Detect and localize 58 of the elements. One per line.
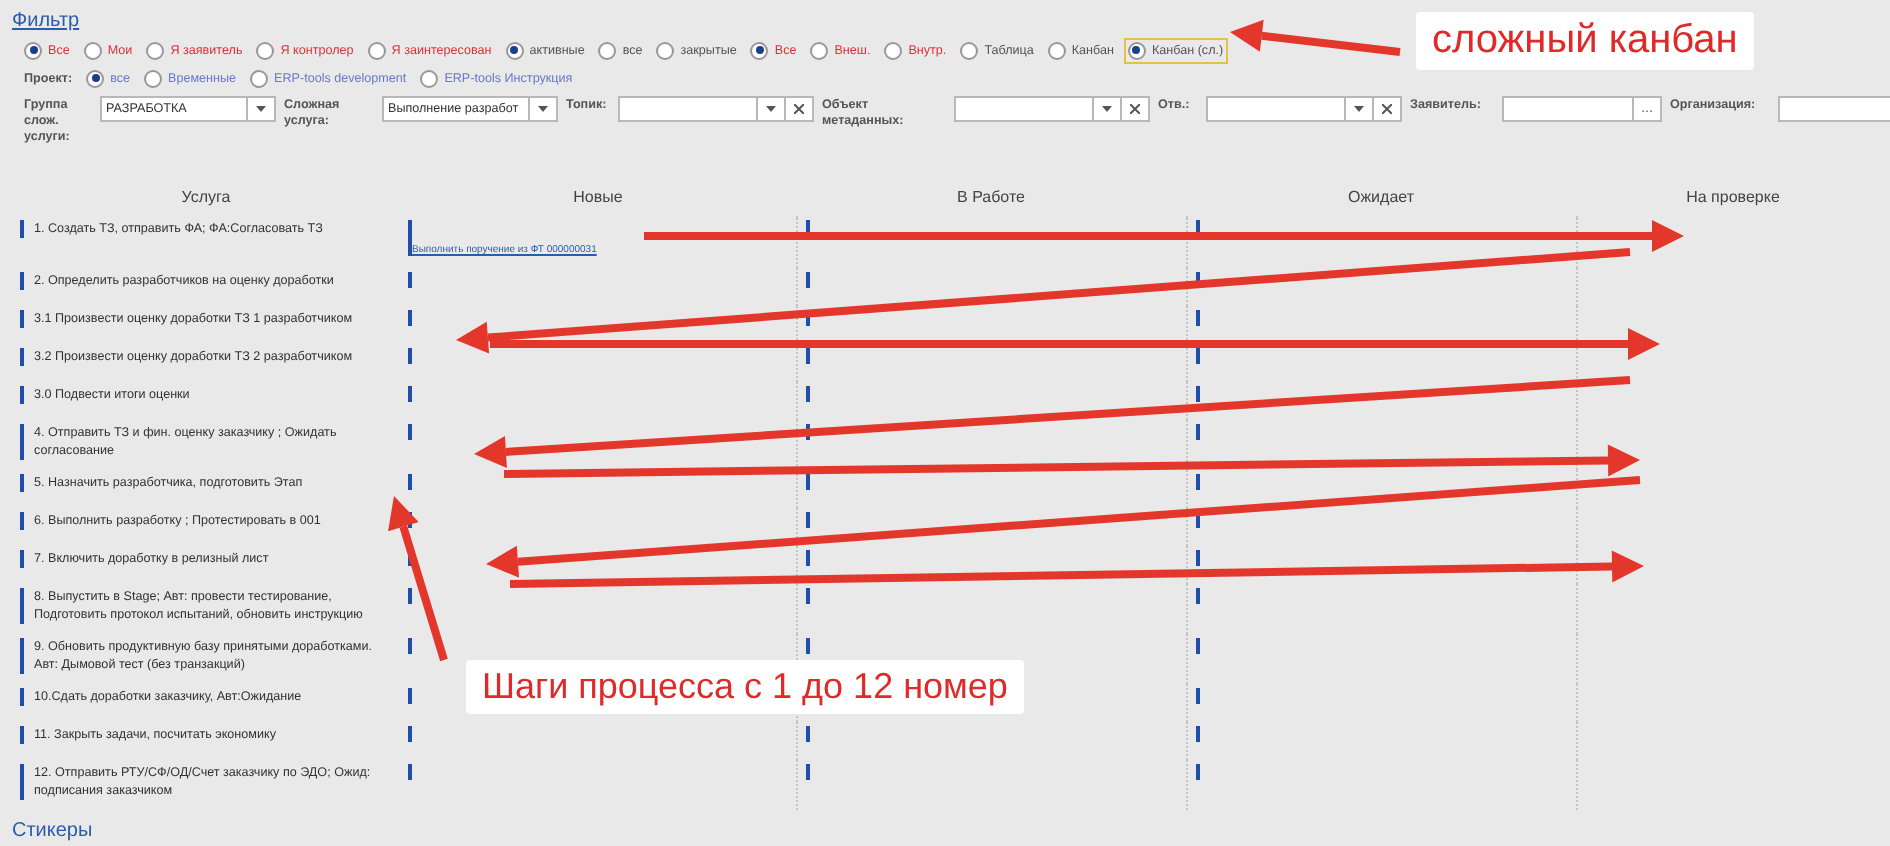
status-marker xyxy=(806,512,810,528)
annotation-callout: Шаги процесса с 1 до 12 номер xyxy=(466,660,1024,714)
status-marker xyxy=(408,588,412,604)
status-marker xyxy=(1196,688,1200,704)
caret-icon xyxy=(538,106,548,112)
status-marker xyxy=(1196,512,1200,528)
status-marker xyxy=(408,726,412,742)
column-header: В Работе xyxy=(955,186,1027,210)
input-field[interactable] xyxy=(618,96,814,122)
stickers-link[interactable]: Стикеры xyxy=(12,820,93,844)
caret-icon xyxy=(1102,106,1112,112)
status-marker xyxy=(408,474,412,490)
status-marker xyxy=(1196,386,1200,402)
caret-icon xyxy=(256,106,266,112)
status-marker xyxy=(1196,638,1200,654)
caret-icon xyxy=(1354,106,1364,112)
status-marker xyxy=(408,386,412,402)
filter-link[interactable]: Фильтр xyxy=(12,12,80,32)
input-field[interactable] xyxy=(1206,96,1402,122)
status-marker xyxy=(806,588,810,604)
status-marker xyxy=(408,272,412,288)
status-marker xyxy=(408,424,412,440)
status-marker xyxy=(806,726,810,742)
status-marker xyxy=(408,688,412,704)
column-header: Ожидает xyxy=(1345,186,1416,210)
status-marker xyxy=(1196,588,1200,604)
status-marker xyxy=(1196,424,1200,440)
status-marker xyxy=(1196,726,1200,742)
status-marker xyxy=(1196,474,1200,490)
status-marker xyxy=(1196,310,1200,326)
status-marker xyxy=(806,550,810,566)
status-marker xyxy=(806,386,810,402)
status-marker xyxy=(1196,348,1200,364)
input-field[interactable] xyxy=(1778,96,1890,122)
status-marker xyxy=(806,638,810,654)
status-marker xyxy=(806,348,810,364)
column-header: Услуга xyxy=(179,186,233,210)
input-field[interactable] xyxy=(954,96,1150,122)
column-header: На проверке xyxy=(1684,186,1782,210)
status-marker xyxy=(408,310,412,326)
status-marker xyxy=(408,348,412,364)
status-marker xyxy=(806,220,810,236)
status-marker xyxy=(408,638,412,654)
close-icon xyxy=(794,104,804,114)
status-marker xyxy=(408,220,412,256)
column-header: Новые xyxy=(571,186,625,210)
status-marker xyxy=(806,424,810,440)
status-marker xyxy=(408,764,412,780)
status-marker xyxy=(1196,764,1200,780)
status-marker xyxy=(806,272,810,288)
status-marker xyxy=(1196,550,1200,566)
annotation-callout: сложный канбан xyxy=(1416,12,1754,70)
status-marker xyxy=(806,474,810,490)
caret-icon xyxy=(766,106,776,112)
close-icon xyxy=(1130,104,1140,114)
status-marker xyxy=(1196,220,1200,236)
close-icon xyxy=(1382,104,1392,114)
status-marker xyxy=(806,764,810,780)
